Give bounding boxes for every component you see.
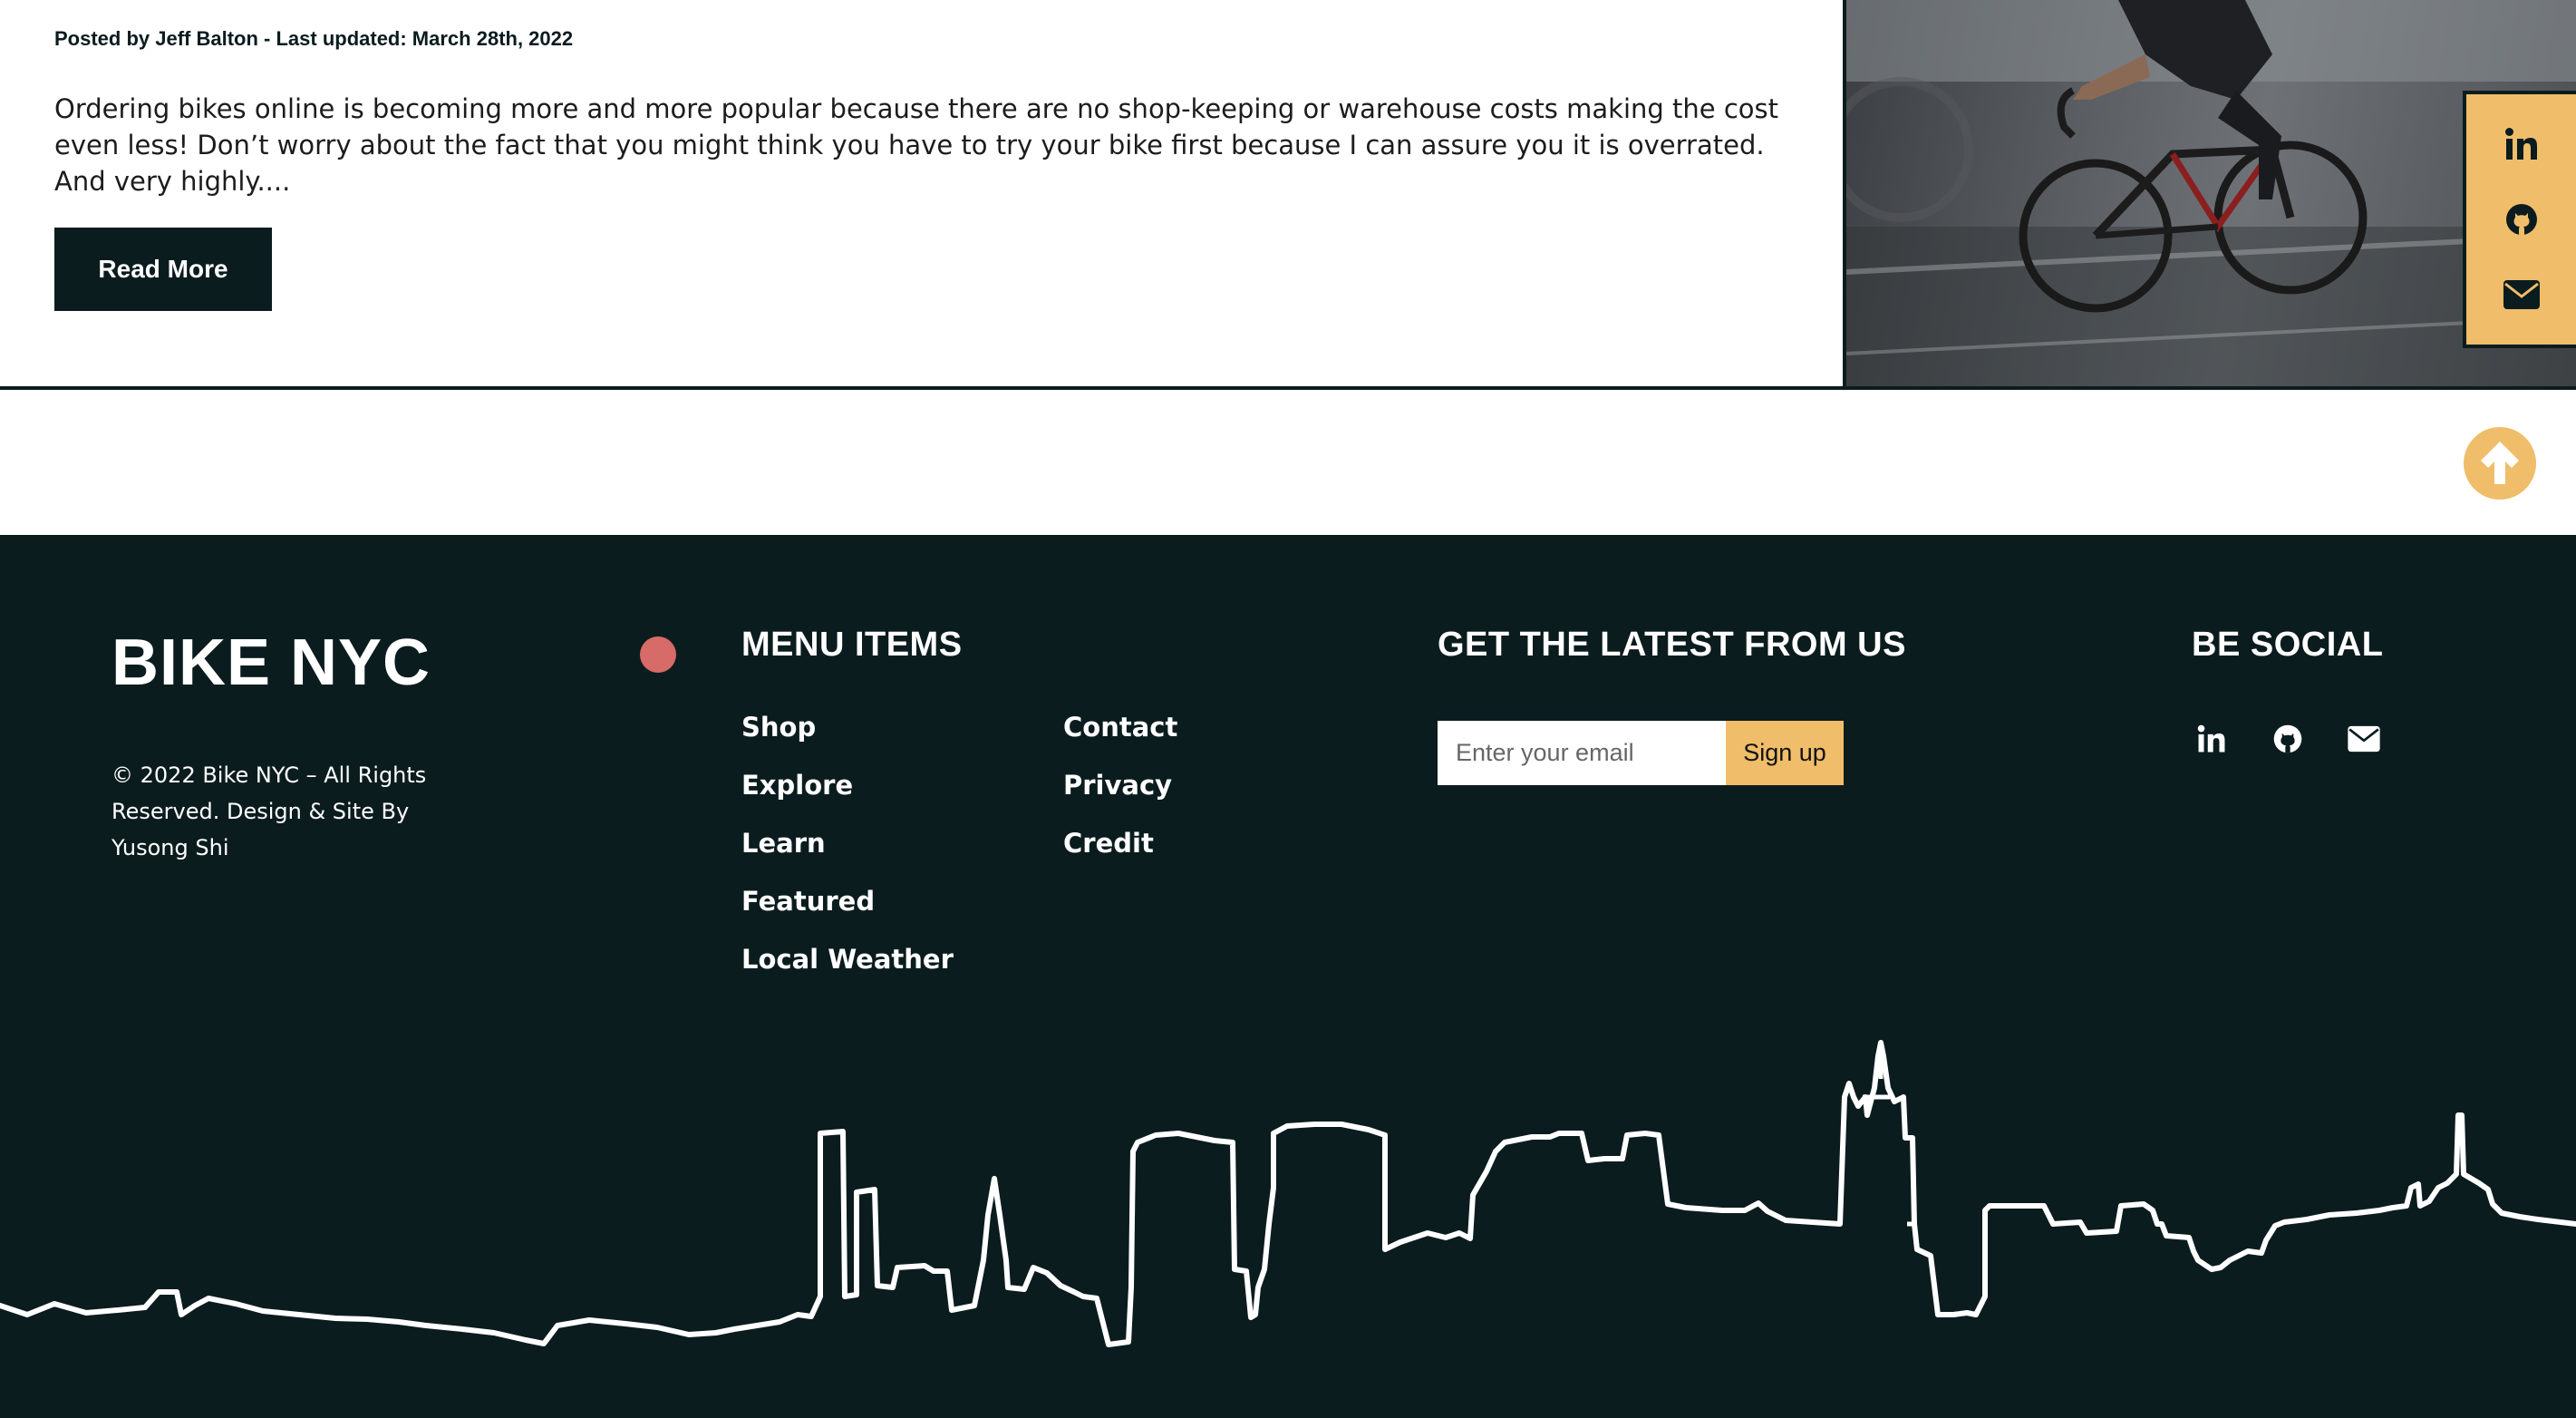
menu-item-featured[interactable]: Featured xyxy=(741,881,954,939)
footer-brand[interactable]: BIKE NYC xyxy=(111,626,431,700)
github-icon[interactable] xyxy=(2268,719,2308,759)
envelope-icon[interactable] xyxy=(2344,719,2384,759)
floating-social-bar xyxy=(2463,91,2576,348)
menu-item-learn[interactable]: Learn xyxy=(741,823,954,881)
be-social-heading: BE SOCIAL xyxy=(2192,626,2384,664)
footer-social-links xyxy=(2192,719,2384,759)
newsletter-form: Sign up xyxy=(1438,721,1844,785)
back-to-top-button[interactable] xyxy=(2464,427,2536,500)
menu-item-credit[interactable]: Credit xyxy=(1063,823,1177,881)
linkedin-icon[interactable] xyxy=(2502,124,2542,164)
read-more-button[interactable]: Read More xyxy=(54,228,272,311)
newsletter-heading: GET THE LATEST FROM US xyxy=(1438,626,1906,664)
linkedin-icon[interactable] xyxy=(2192,719,2232,759)
menu-column-1: Shop Explore Learn Featured Local Weathe… xyxy=(741,707,954,997)
decorative-dot xyxy=(640,636,676,673)
menu-item-explore[interactable]: Explore xyxy=(741,765,954,823)
menu-item-contact[interactable]: Contact xyxy=(1063,707,1177,765)
article-card: Posted by Jeff Balton - Last updated: Ma… xyxy=(0,0,2576,390)
post-meta: Posted by Jeff Balton - Last updated: Ma… xyxy=(54,27,574,50)
article-excerpt: Ordering bikes online is becoming more a… xyxy=(54,93,1778,197)
github-icon[interactable] xyxy=(2502,199,2542,239)
copyright-text: © 2022 Bike NYC – All Rights Reserved. D… xyxy=(111,762,427,860)
email-input[interactable] xyxy=(1438,721,1726,785)
envelope-icon[interactable] xyxy=(2502,275,2542,315)
menu-column-2: Contact Privacy Credit xyxy=(1063,707,1177,881)
menu-item-privacy[interactable]: Privacy xyxy=(1063,765,1177,823)
menu-items-heading: MENU ITEMS xyxy=(741,626,963,664)
arrow-up-icon xyxy=(2478,439,2522,489)
site-footer: BIKE NYC © 2022 Bike NYC – All Rights Re… xyxy=(0,535,2576,1418)
menu-item-local-weather[interactable]: Local Weather xyxy=(741,939,954,997)
menu-item-shop[interactable]: Shop xyxy=(741,707,954,765)
signup-button[interactable]: Sign up xyxy=(1726,721,1844,785)
